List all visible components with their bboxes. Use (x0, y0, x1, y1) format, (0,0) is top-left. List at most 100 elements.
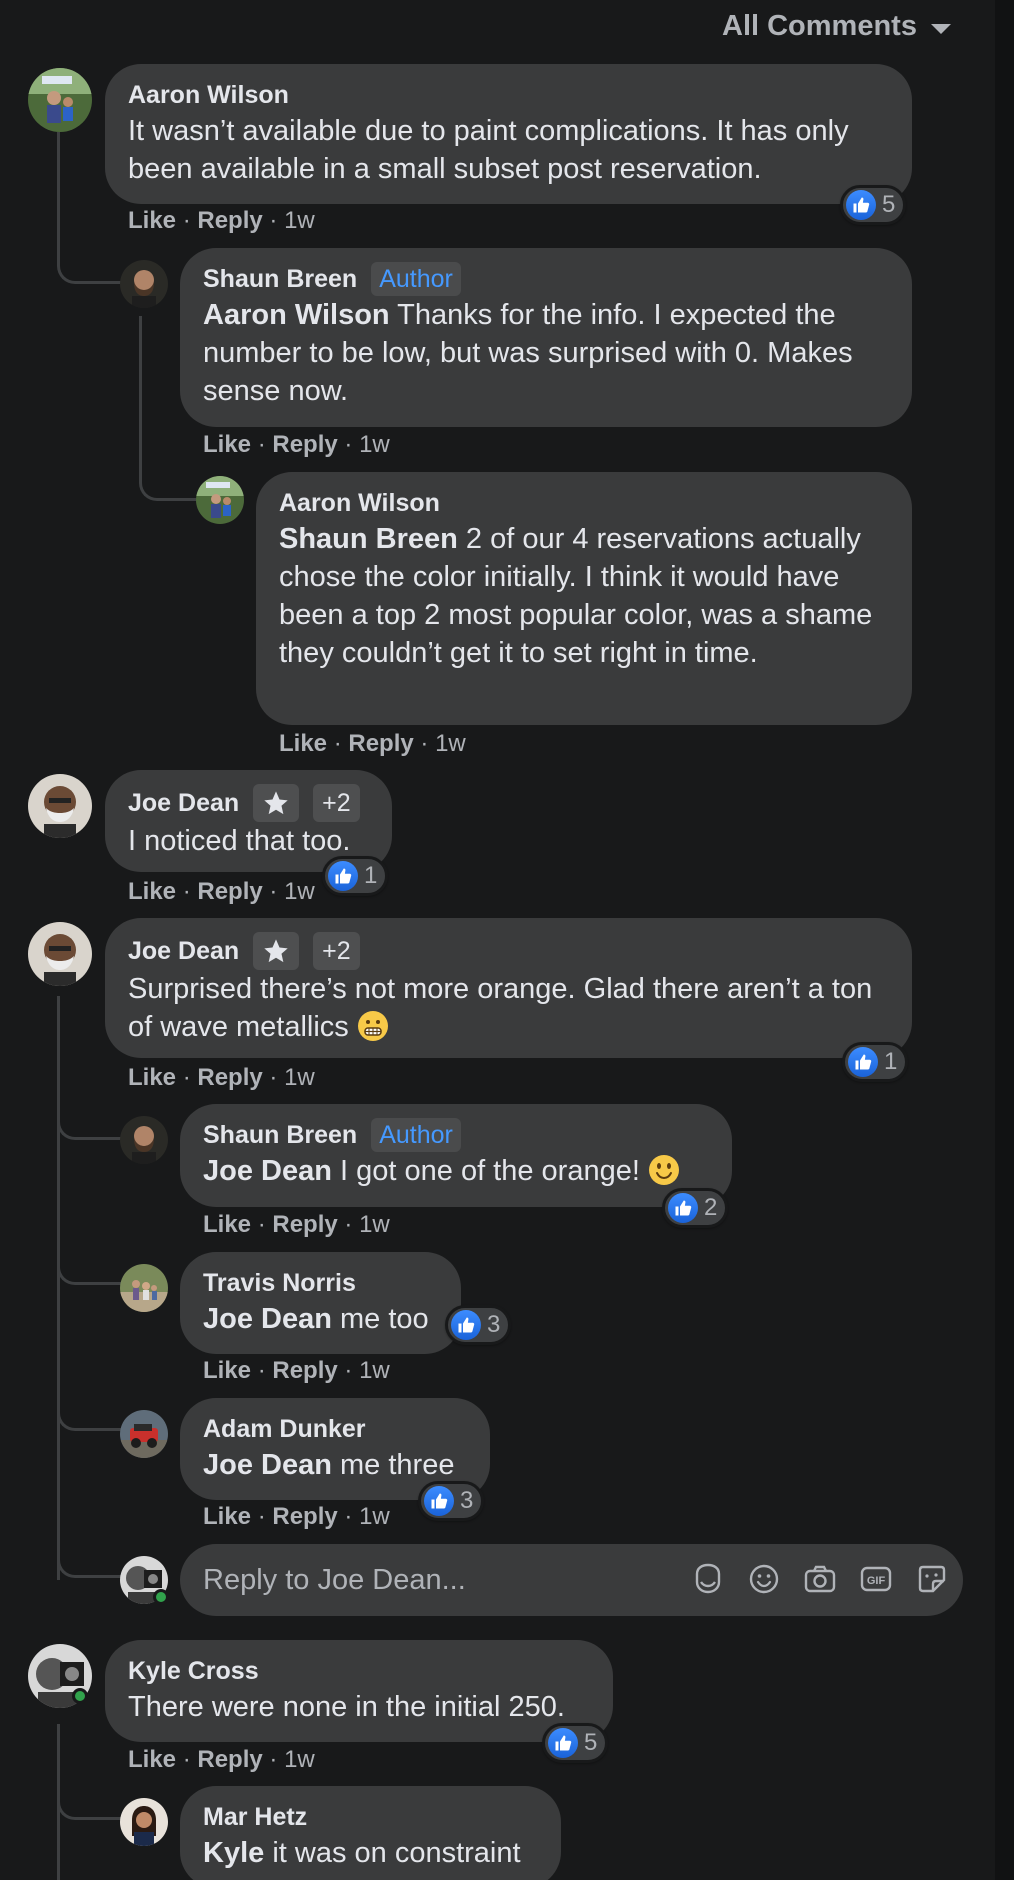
star-badge-icon[interactable] (253, 784, 300, 822)
like-link[interactable]: Like (203, 1503, 251, 1530)
like-link[interactable]: Like (128, 878, 176, 905)
comment-author[interactable]: Shaun Breen Author (203, 1118, 708, 1152)
sticker-icon[interactable] (915, 1562, 949, 1596)
author-name[interactable]: Aaron Wilson (279, 486, 440, 520)
comment-text: There were none in the initial 250. (128, 1691, 565, 1723)
comment-author[interactable]: Adam Dunker (203, 1412, 466, 1446)
avatar[interactable] (120, 1798, 168, 1846)
mention-link[interactable]: Aaron Wilson (203, 299, 390, 331)
comment-body: Surprised there’s not more orange. Glad … (128, 973, 873, 1043)
like-link[interactable]: Like (203, 1211, 251, 1238)
more-badges[interactable]: +2 (313, 932, 360, 970)
comment-body: I got one of the orange! (331, 1155, 640, 1187)
like-link[interactable]: Like (279, 730, 327, 757)
comment-actions: Like · Reply · 1w (203, 1210, 390, 1240)
author-name[interactable]: Shaun Breen (203, 1118, 357, 1152)
comment-author[interactable]: Joe Dean +2 (128, 784, 368, 822)
comment-timestamp[interactable]: 1w (284, 1064, 315, 1091)
like-reaction-icon (848, 1047, 878, 1077)
reply-link[interactable]: Reply (272, 1357, 337, 1384)
comment-timestamp[interactable]: 1w (284, 207, 315, 234)
author-name[interactable]: Aaron Wilson (128, 78, 289, 112)
camera-icon[interactable] (803, 1562, 837, 1596)
author-name[interactable]: Joe Dean (128, 786, 239, 820)
gif-icon[interactable]: GIF (859, 1562, 893, 1596)
comment-author[interactable]: Aaron Wilson (128, 78, 888, 112)
comment-body: me three (331, 1449, 455, 1481)
avatar[interactable] (120, 260, 168, 308)
reaction-summary[interactable]: 1 (322, 856, 389, 896)
avatar[interactable] (196, 476, 244, 524)
reply-link[interactable]: Reply (348, 730, 413, 757)
comment-timestamp[interactable]: 1w (359, 1503, 390, 1530)
comment-timestamp[interactable]: 1w (359, 1211, 390, 1238)
mention-link[interactable]: Shaun Breen (279, 523, 458, 555)
reply-link[interactable]: Reply (197, 1064, 262, 1091)
star-badge-icon[interactable] (253, 932, 300, 970)
comment-actions: Like · Reply · 1w (128, 1063, 315, 1093)
mention-link[interactable]: Joe Dean (203, 1303, 332, 1335)
online-status-indicator (153, 1589, 169, 1605)
avatar[interactable] (28, 774, 92, 838)
like-link[interactable]: Like (203, 1357, 251, 1384)
author-name[interactable]: Adam Dunker (203, 1412, 366, 1446)
comment-timestamp[interactable]: 1w (359, 431, 390, 458)
reaction-summary[interactable]: 2 (662, 1188, 729, 1228)
avatar[interactable] (28, 68, 92, 132)
comment-author[interactable]: Travis Norris (203, 1266, 437, 1300)
reaction-summary[interactable]: 3 (418, 1481, 485, 1521)
comment-timestamp[interactable]: 1w (435, 730, 466, 757)
mention-link[interactable]: Joe Dean (203, 1155, 332, 1187)
comment-bubble: Shaun Breen Author Aaron Wilson Thanks fo… (180, 248, 912, 427)
reply-link[interactable]: Reply (272, 431, 337, 458)
reaction-summary[interactable]: 5 (542, 1723, 609, 1763)
comment-timestamp[interactable]: 1w (284, 1746, 315, 1773)
author-name[interactable]: Shaun Breen (203, 262, 357, 296)
avatar[interactable] (120, 1116, 168, 1164)
avatar[interactable] (28, 922, 92, 986)
reply-input[interactable] (203, 1563, 663, 1597)
reply-link[interactable]: Reply (272, 1503, 337, 1530)
like-link[interactable]: Like (128, 1064, 176, 1091)
author-badge: Author (371, 1118, 461, 1152)
separator: · (333, 730, 342, 757)
avatar-sticker-icon[interactable] (691, 1562, 725, 1596)
author-name[interactable]: Travis Norris (203, 1266, 356, 1300)
reaction-summary[interactable]: 5 (840, 185, 907, 225)
comment-author[interactable]: Shaun Breen Author (203, 262, 888, 296)
avatar[interactable] (120, 1264, 168, 1312)
comment-author[interactable]: Aaron Wilson (279, 486, 888, 520)
author-name[interactable]: Joe Dean (128, 934, 239, 968)
comment-author[interactable]: Mar Hetz (203, 1800, 537, 1834)
comment-author[interactable]: Joe Dean +2 (128, 932, 888, 970)
like-link[interactable]: Like (128, 1746, 176, 1773)
reaction-summary[interactable]: 1 (842, 1042, 909, 1082)
author-name[interactable]: Mar Hetz (203, 1800, 307, 1834)
reaction-summary[interactable]: 3 (445, 1305, 512, 1345)
comment-timestamp[interactable]: 1w (359, 1357, 390, 1384)
comment-author[interactable]: Kyle Cross (128, 1654, 589, 1688)
mention-link[interactable]: Joe Dean (203, 1449, 332, 1481)
reply-link[interactable]: Reply (197, 207, 262, 234)
comment-bubble: Mar Hetz Kyle it was on constraint (180, 1786, 561, 1880)
reaction-count: 5 (882, 191, 896, 218)
like-link[interactable]: Like (203, 431, 251, 458)
thread-line (57, 1800, 123, 1820)
like-link[interactable]: Like (128, 207, 176, 234)
composer-tools: GIF (691, 1562, 949, 1596)
reply-link[interactable]: Reply (197, 878, 262, 905)
mention-link[interactable]: Kyle (203, 1837, 264, 1869)
author-name[interactable]: Kyle Cross (128, 1654, 259, 1688)
reply-link[interactable]: Reply (197, 1746, 262, 1773)
comment-text: Joe Dean me too (203, 1300, 437, 1338)
emoji-icon[interactable] (747, 1562, 781, 1596)
scrollbar-track[interactable] (995, 0, 1014, 1880)
avatar[interactable] (120, 1410, 168, 1458)
reply-link[interactable]: Reply (272, 1211, 337, 1238)
more-badges[interactable]: +2 (313, 784, 360, 822)
separator: · (182, 1746, 191, 1773)
reply-composer[interactable]: GIF (180, 1544, 963, 1616)
comment-sort-dropdown[interactable]: All Comments (722, 10, 951, 43)
comment-timestamp[interactable]: 1w (284, 878, 315, 905)
separator: · (182, 207, 191, 234)
